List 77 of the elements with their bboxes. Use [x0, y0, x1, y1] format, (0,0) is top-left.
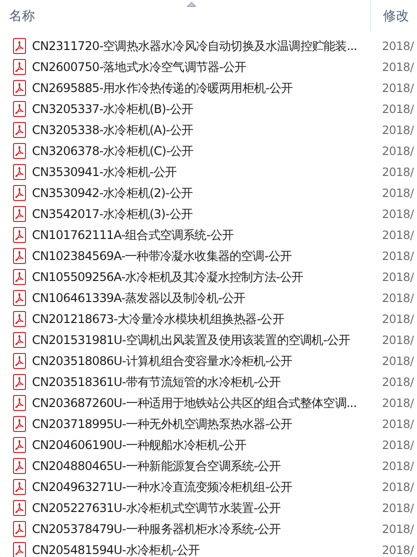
pdf-file-icon	[13, 436, 26, 452]
pdf-file-icon	[13, 142, 26, 158]
file-name[interactable]: CN105509256A-水冷柜机及其冷凝水控制方法-公开	[32, 268, 374, 284]
modified-date: 2018/	[382, 438, 414, 452]
pdf-file-icon	[13, 268, 26, 284]
file-name[interactable]: CN203518086U-计算机组合变容量水冷柜机-公开	[32, 352, 374, 368]
file-name[interactable]: CN203518361U-带有节流短管的水冷柜机-公开	[32, 374, 374, 390]
modified-date: 2018/	[382, 206, 414, 220]
file-name[interactable]: CN101762111A-组合式空调系统-公开	[32, 226, 374, 242]
file-name[interactable]: CN3542017-水冷柜机(3)-公开	[32, 206, 374, 222]
modified-date: 2018/	[382, 60, 414, 74]
pdf-file-icon	[13, 164, 26, 180]
file-name[interactable]: CN3530942-水冷柜机(2)-公开	[32, 184, 374, 200]
file-name[interactable]: CN3205338-水冷柜机(A)-公开	[32, 122, 374, 138]
modified-date: 2018/	[382, 122, 414, 136]
file-name[interactable]: CN3206378-水冷柜机(C)-公开	[32, 142, 374, 158]
pdf-file-icon	[13, 80, 26, 96]
pdf-file-icon	[13, 332, 26, 348]
pdf-file-icon	[13, 226, 26, 242]
modified-date: 2018/	[382, 228, 414, 242]
pdf-file-icon	[13, 100, 26, 116]
file-name[interactable]: CN102384569A-一种带冷凝水收集器的空调-公开	[32, 248, 374, 264]
modified-date: 2018/	[382, 290, 414, 304]
pdf-file-icon	[13, 500, 26, 516]
modified-date: 2018/	[382, 144, 414, 158]
file-name[interactable]: CN204606190U-一种舰船水冷柜机-公开	[32, 436, 374, 452]
modified-date: 2018/	[382, 248, 414, 262]
modified-date: 2018/	[382, 186, 414, 200]
modified-date: 2018/	[382, 522, 414, 536]
modified-date: 2018/	[382, 458, 414, 472]
file-name[interactable]: CN201531981U-空调机出风装置及使用该装置的空调机-公开	[32, 332, 374, 348]
modified-date: 2018/	[382, 416, 414, 430]
pdf-file-icon	[13, 248, 26, 264]
column-header[interactable]: 名称	[0, 0, 371, 31]
file-name[interactable]: CN204880465U-一种新能源复合空调系统-公开	[32, 458, 374, 474]
modified-date: 2018/	[382, 312, 414, 326]
file-name[interactable]: CN204963271U-一种水冷直流变频冷柜机组-公开	[32, 478, 374, 494]
file-name[interactable]: CN203718995U-一种无外机空调热泵热水器-公开	[32, 416, 374, 432]
modified-date: 2018/	[382, 500, 414, 514]
modified-date: 2018/	[382, 80, 414, 94]
modified-date: 2018/	[382, 542, 414, 556]
file-name[interactable]: CN2600750-落地式水冷空气调节器-公开	[32, 58, 374, 74]
file-name[interactable]: CN203687260U-一种适用于地铁站公共区的组合式整体空调...	[32, 394, 374, 410]
modified-date: 2018/	[382, 396, 414, 410]
file-name[interactable]: CN205481594U-水冷柜机-公开	[32, 542, 374, 557]
modified-date: 2018/	[382, 102, 414, 116]
file-name[interactable]: CN2311720-空调热水器水冷风冷自动切换及水温调控贮能装...	[32, 38, 374, 54]
modified-date: 2018/	[382, 354, 414, 368]
pdf-file-icon	[13, 542, 26, 557]
modified-date: 2018/	[382, 332, 414, 346]
file-name[interactable]: CN106461339A-蒸发器以及制冷机-公开	[32, 290, 374, 306]
file-name[interactable]: CN201218673-大冷量冷水模块机组换热器-公开	[32, 310, 374, 326]
pdf-file-icon	[13, 58, 26, 74]
modified-date: 2018/	[382, 270, 414, 284]
pdf-file-icon	[13, 184, 26, 200]
file-name[interactable]: CN3205337-水冷柜机(B)-公开	[32, 100, 374, 116]
pdf-file-icon	[13, 394, 26, 410]
pdf-file-icon	[13, 520, 26, 536]
file-name[interactable]: CN3530941-水冷柜机-公开	[32, 164, 374, 180]
modified-date: 2018/	[382, 164, 414, 178]
pdf-file-icon	[13, 38, 26, 54]
modified-date: 2018/	[382, 480, 414, 494]
modified-date: 2018/	[382, 38, 414, 52]
pdf-file-icon	[13, 374, 26, 390]
pdf-file-icon	[13, 290, 26, 306]
pdf-file-icon	[13, 122, 26, 138]
pdf-file-icon	[13, 458, 26, 474]
modified-date: 2018/	[382, 374, 414, 388]
file-name[interactable]: CN2695885-用水作冷热传递的冷暖两用柜机-公开	[32, 80, 374, 96]
file-name[interactable]: CN205378479U-一种服务器机柜水冷系统-公开	[32, 520, 374, 536]
pdf-file-icon	[13, 416, 26, 432]
pdf-file-icon	[13, 310, 26, 326]
pdf-file-icon	[13, 352, 26, 368]
pdf-file-icon	[13, 478, 26, 494]
pdf-file-icon	[13, 206, 26, 222]
column-header[interactable]: 修改	[371, 0, 417, 31]
file-name[interactable]: CN205227631U-水冷柜机式空调节水装置-公开	[32, 500, 374, 516]
